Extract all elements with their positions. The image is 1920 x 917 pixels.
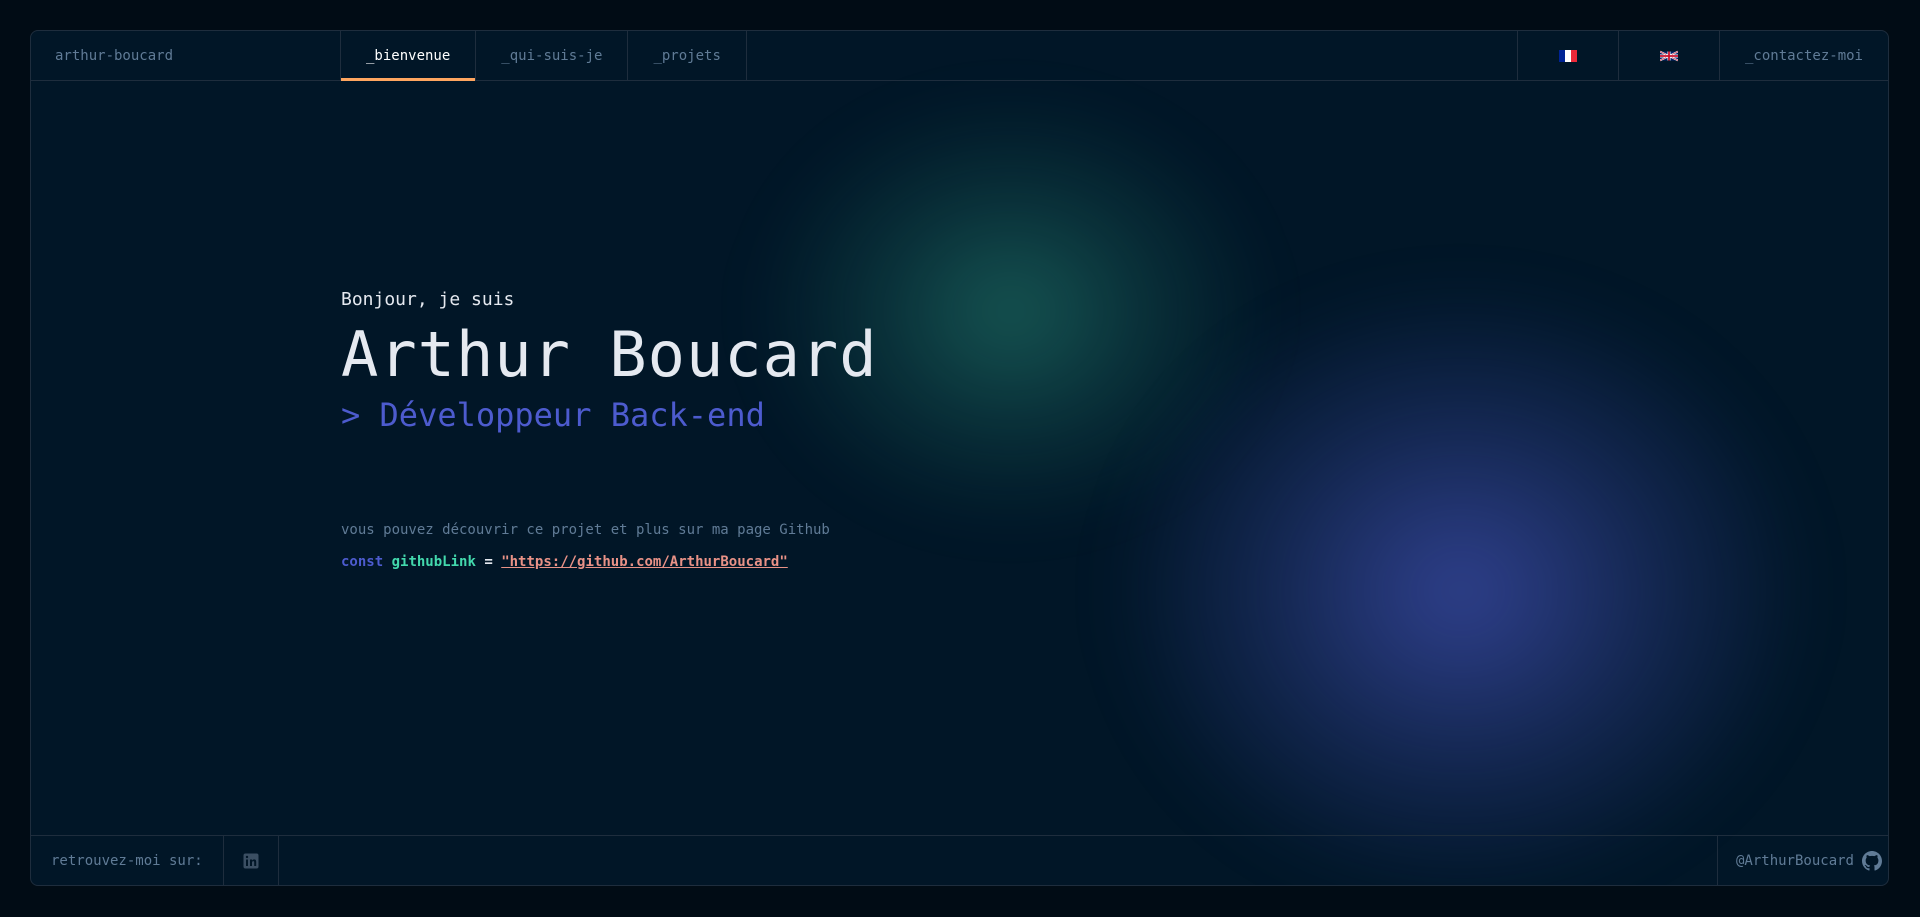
background-glow-blue bbox=[1111, 281, 1811, 885]
language-en-button[interactable] bbox=[1617, 31, 1719, 80]
page-title: Arthur Boucard bbox=[341, 318, 878, 391]
footer-spacer bbox=[279, 836, 1717, 885]
github-profile-link[interactable]: @ArthurBoucard bbox=[1716, 836, 1888, 885]
tab-qui-suis-je[interactable]: _qui-suis-je bbox=[476, 31, 629, 80]
github-handle: @ArthurBoucard bbox=[1735, 852, 1854, 869]
language-fr-button[interactable] bbox=[1516, 31, 1618, 80]
linkedin-button[interactable] bbox=[224, 836, 279, 885]
brand-name: arthur-boucard bbox=[31, 31, 341, 80]
top-nav: arthur-boucard _bienvenue _qui-suis-je _… bbox=[31, 31, 1888, 81]
github-icon bbox=[1862, 850, 1882, 871]
github-comment: vous pouvez découvrir ce projet et plus … bbox=[341, 522, 830, 538]
code-keyword: const bbox=[341, 554, 384, 570]
hero-section: Bonjour, je suis Arthur Boucard > Dévelo… bbox=[341, 289, 878, 570]
tab-projets[interactable]: _projets bbox=[628, 31, 747, 80]
code-variable: githubLink bbox=[391, 554, 476, 570]
role-subtitle: > Développeur Back-end bbox=[341, 396, 765, 434]
app-window: arthur-boucard _bienvenue _qui-suis-je _… bbox=[30, 30, 1889, 886]
tab-bienvenue[interactable]: _bienvenue bbox=[341, 31, 477, 81]
code-snippet: const githubLink = "https://github.com/A… bbox=[341, 554, 878, 570]
code-operator: = bbox=[484, 554, 493, 570]
linkedin-icon bbox=[243, 853, 259, 868]
flag-uk-icon bbox=[1659, 50, 1678, 61]
footer-social-label: retrouvez-moi sur: bbox=[31, 836, 224, 885]
greeting-text: Bonjour, je suis bbox=[341, 289, 515, 310]
flag-fr-icon bbox=[1558, 49, 1577, 62]
footer: retrouvez-moi sur: @ArthurBoucard bbox=[31, 835, 1888, 885]
github-link[interactable]: "https://github.com/ArthurBoucard" bbox=[501, 554, 788, 570]
contact-tab[interactable]: _contactez-moi bbox=[1718, 31, 1888, 80]
